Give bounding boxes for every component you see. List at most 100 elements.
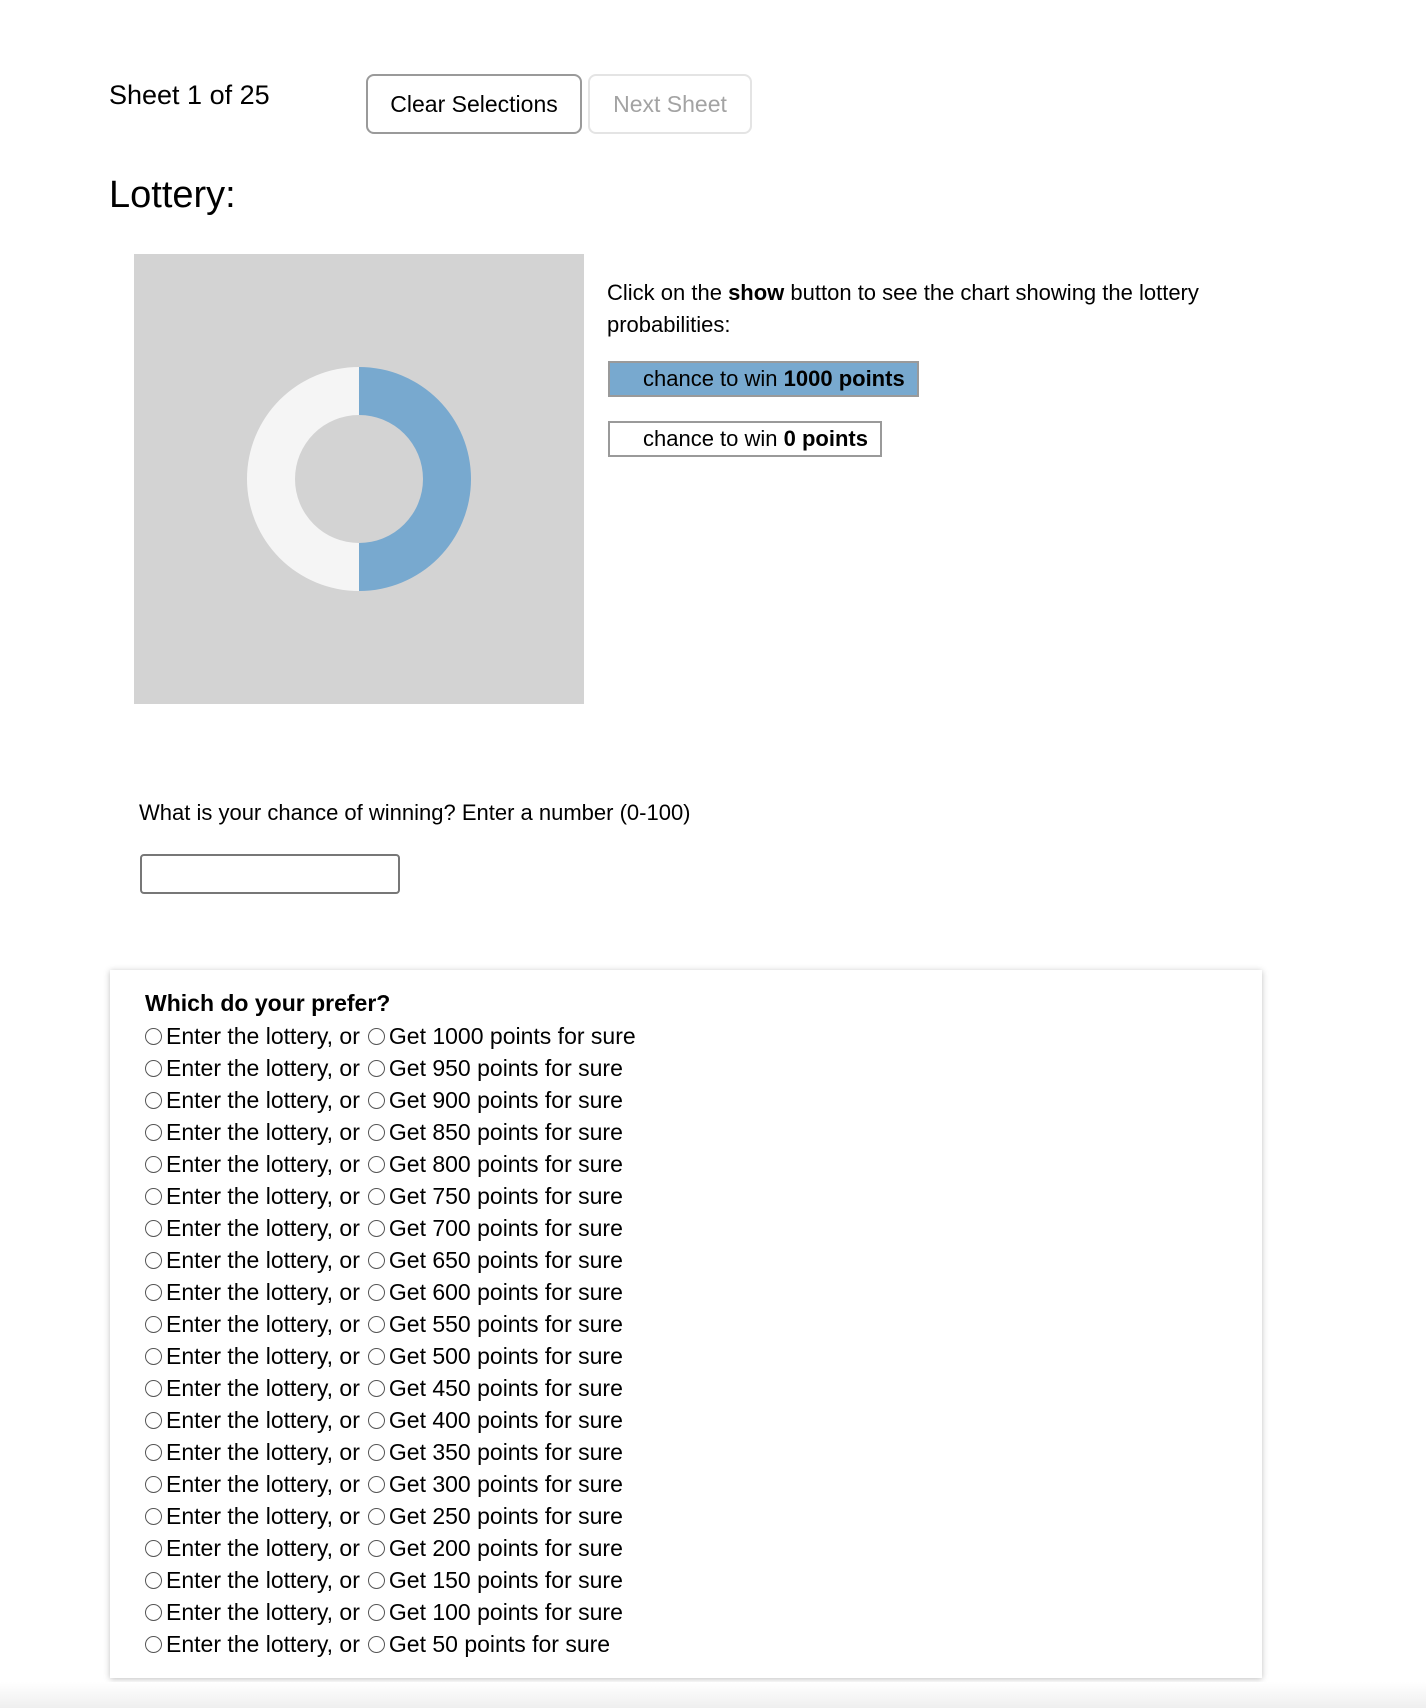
lottery-radio[interactable] — [145, 1635, 162, 1653]
donut-win-slice — [359, 367, 471, 591]
sheet-counter: Sheet 1 of 25 — [109, 80, 270, 110]
lottery-radio[interactable] — [145, 1347, 162, 1365]
sure-radio[interactable] — [367, 1603, 385, 1621]
instructions-prefix: Click on the — [607, 280, 729, 305]
sure-option-label: Get 250 points for sure — [388, 1502, 623, 1529]
sure-radio[interactable] — [367, 1283, 385, 1301]
lottery-radio[interactable] — [145, 1315, 162, 1333]
preference-row: Enter the lottery, or Get 300 points for … — [145, 1468, 636, 1500]
sure-option-label: Get 600 points for sure — [388, 1278, 623, 1305]
lottery-option-label: Enter the lottery, or — [166, 1630, 360, 1657]
lottery-radio[interactable] — [145, 1571, 162, 1589]
sure-option-label: Get 400 points for sure — [388, 1406, 623, 1433]
lottery-radio[interactable] — [145, 1059, 162, 1077]
sure-option-label: Get 700 points for sure — [388, 1214, 623, 1241]
preference-row: Enter the lottery, or Get 800 points for … — [145, 1148, 636, 1180]
lottery-radio[interactable] — [145, 1027, 162, 1045]
sure-option-label: Get 50 points for sure — [388, 1630, 611, 1657]
sure-option-label: Get 1000 points for sure — [388, 1022, 636, 1049]
sure-radio[interactable] — [367, 1123, 385, 1141]
sure-radio[interactable] — [367, 1059, 385, 1077]
preference-row: Enter the lottery, or Get 950 points for … — [145, 1052, 636, 1084]
preference-panel: Which do your prefer? Enter the lottery,… — [110, 970, 1262, 1678]
lottery-radio[interactable] — [145, 1123, 162, 1141]
sure-radio[interactable] — [367, 1539, 385, 1557]
legend-win-0-button[interactable]: chance to win 0 points — [608, 421, 882, 457]
sure-radio[interactable] — [367, 1091, 385, 1109]
lottery-radio[interactable] — [145, 1187, 162, 1205]
preference-row: Enter the lottery, or Get 700 points for … — [145, 1212, 636, 1244]
lottery-option-label: Enter the lottery, or — [166, 1182, 360, 1209]
lottery-option-label: Enter the lottery, or — [166, 1438, 360, 1465]
next-sheet-button[interactable]: Next Sheet — [588, 74, 752, 134]
legend-win-1000-amount: 1000 points — [783, 366, 905, 391]
sure-radio[interactable] — [367, 1507, 385, 1525]
sure-option-label: Get 900 points for sure — [388, 1086, 623, 1113]
legend-win-0-prefix: chance to win — [643, 426, 784, 451]
sure-option-label: Get 150 points for sure — [388, 1566, 623, 1593]
sure-radio[interactable] — [367, 1027, 385, 1045]
lottery-option-label: Enter the lottery, or — [166, 1086, 360, 1113]
sure-option-label: Get 650 points for sure — [388, 1246, 623, 1273]
preference-row: Enter the lottery, or Get 150 points for … — [145, 1564, 636, 1596]
sure-radio[interactable] — [367, 1155, 385, 1173]
preference-row: Enter the lottery, or Get 250 points for … — [145, 1500, 636, 1532]
clear-selections-button[interactable]: Clear Selections — [366, 74, 582, 134]
chance-input[interactable] — [140, 854, 400, 894]
preference-row: Enter the lottery, or Get 850 points for … — [145, 1116, 636, 1148]
lottery-radio[interactable] — [145, 1251, 162, 1269]
lottery-radio[interactable] — [145, 1507, 162, 1525]
sure-option-label: Get 750 points for sure — [388, 1182, 623, 1209]
lottery-option-label: Enter the lottery, or — [166, 1406, 360, 1433]
lottery-option-label: Enter the lottery, or — [166, 1214, 360, 1241]
lottery-option-label: Enter the lottery, or — [166, 1534, 360, 1561]
legend-win-0-amount: 0 points — [783, 426, 868, 451]
sure-radio[interactable] — [367, 1635, 385, 1653]
lottery-option-label: Enter the lottery, or — [166, 1118, 360, 1145]
lottery-radio[interactable] — [145, 1443, 162, 1461]
lottery-radio[interactable] — [145, 1155, 162, 1173]
sure-radio[interactable] — [367, 1219, 385, 1237]
preference-row: Enter the lottery, or Get 650 points for … — [145, 1244, 636, 1276]
bottom-edge — [0, 1682, 1426, 1708]
lottery-option-label: Enter the lottery, or — [166, 1246, 360, 1273]
sure-option-label: Get 450 points for sure — [388, 1374, 623, 1401]
lottery-radio[interactable] — [145, 1475, 162, 1493]
legend-win-1000-prefix: chance to win — [643, 366, 784, 391]
sure-radio[interactable] — [367, 1571, 385, 1589]
sure-option-label: Get 550 points for sure — [388, 1310, 623, 1337]
sure-radio[interactable] — [367, 1251, 385, 1269]
sure-radio[interactable] — [367, 1411, 385, 1429]
lottery-option-label: Enter the lottery, or — [166, 1150, 360, 1177]
sure-radio[interactable] — [367, 1379, 385, 1397]
instructions-show-word: show — [728, 280, 785, 305]
lottery-option-label: Enter the lottery, or — [166, 1566, 360, 1593]
sure-radio[interactable] — [367, 1347, 385, 1365]
lottery-radio[interactable] — [145, 1379, 162, 1397]
preference-row: Enter the lottery, or Get 550 points for … — [145, 1308, 636, 1340]
preference-row: Enter the lottery, or Get 400 points for … — [145, 1404, 636, 1436]
sure-radio[interactable] — [367, 1475, 385, 1493]
preference-row: Enter the lottery, or Get 350 points for … — [145, 1436, 636, 1468]
sure-radio[interactable] — [367, 1315, 385, 1333]
page-title: Lottery: — [109, 174, 236, 216]
preference-row: Enter the lottery, or Get 200 points for … — [145, 1532, 636, 1564]
lottery-option-label: Enter the lottery, or — [166, 1278, 360, 1305]
sure-radio[interactable] — [367, 1187, 385, 1205]
lottery-radio[interactable] — [145, 1603, 162, 1621]
legend-win-1000-button[interactable]: chance to win 1000 points — [608, 361, 919, 397]
sure-option-label: Get 800 points for sure — [388, 1150, 623, 1177]
lottery-radio[interactable] — [145, 1091, 162, 1109]
sure-option-label: Get 200 points for sure — [388, 1534, 623, 1561]
sure-option-label: Get 850 points for sure — [388, 1118, 623, 1145]
lottery-option-label: Enter the lottery, or — [166, 1022, 360, 1049]
sure-radio[interactable] — [367, 1443, 385, 1461]
lottery-option-label: Enter the lottery, or — [166, 1054, 360, 1081]
lottery-radio[interactable] — [145, 1411, 162, 1429]
lottery-radio[interactable] — [145, 1219, 162, 1237]
lottery-radio[interactable] — [145, 1539, 162, 1557]
lottery-radio[interactable] — [145, 1283, 162, 1301]
preference-row: Enter the lottery, or Get 600 points for … — [145, 1276, 636, 1308]
lottery-option-label: Enter the lottery, or — [166, 1374, 360, 1401]
preference-title: Which do your prefer? — [145, 990, 391, 1016]
